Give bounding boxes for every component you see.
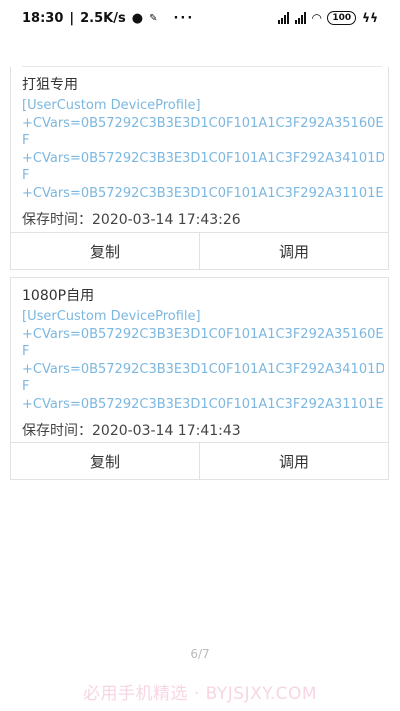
config-card: 打狙专用 [UserCustom DeviceProfile] +CVars=0…: [10, 67, 389, 270]
page-indicator: 6/7: [190, 647, 210, 661]
status-time: 18:30: [22, 10, 64, 26]
config-line: +CVars=0B57292C3B3E3D1C0F101A1C3F292A351…: [22, 115, 384, 131]
status-right: ◠ 100 ϟϟ: [278, 11, 378, 25]
config-line: F: [22, 133, 30, 148]
config-text: [UserCustom DeviceProfile] +CVars=0B5729…: [22, 97, 384, 202]
config-line: F: [22, 379, 30, 394]
notification-icon: ●: [131, 10, 144, 26]
copy-button[interactable]: 复制: [11, 233, 199, 269]
save-time: 保存时间：2020-03-14 17:41:43: [22, 423, 241, 439]
network-speed: 2.5K/s: [80, 10, 126, 26]
config-line: [UserCustom DeviceProfile]: [22, 98, 201, 113]
signal-icon-2: [295, 12, 307, 24]
config-line: +CVars=0B57292C3B3E3D1C0F101A1C3F292A341…: [22, 361, 384, 377]
status-separator: |: [69, 10, 75, 26]
config-line: +CVars=0B57292C3B3E3D1C0F101A1C3F292A311…: [22, 185, 384, 201]
battery-icon: 100: [327, 11, 357, 25]
config-line: +CVars=0B57292C3B3E3D1C0F101A1C3F292A311…: [22, 396, 384, 412]
config-text: [UserCustom DeviceProfile] +CVars=0B5729…: [22, 308, 384, 413]
config-card: 1080P自用 [UserCustom DeviceProfile] +CVar…: [10, 277, 389, 480]
app-notification-icon: ✎: [149, 12, 158, 24]
status-bar: 18:30 | 2.5K/s ● ✎ ··· ◠ 100 ϟϟ: [0, 0, 400, 36]
config-line: +CVars=0B57292C3B3E3D1C0F101A1C3F292A351…: [22, 326, 384, 342]
config-title: 1080P自用: [22, 288, 95, 304]
apply-button[interactable]: 调用: [199, 443, 388, 479]
config-line: F: [22, 344, 30, 359]
copy-button[interactable]: 复制: [11, 443, 199, 479]
config-line: F: [22, 168, 30, 183]
config-line: [UserCustom DeviceProfile]: [22, 309, 201, 324]
charging-icon: ϟϟ: [362, 11, 378, 25]
card-actions: 复制 调用: [11, 442, 388, 479]
card-actions: 复制 调用: [11, 232, 388, 269]
watermark: 必用手机精选 · BYJSJXY.COM: [82, 684, 318, 704]
config-title: 打狙专用: [22, 77, 78, 93]
more-notifications-icon: ···: [173, 10, 195, 26]
config-line: +CVars=0B57292C3B3E3D1C0F101A1C3F292A341…: [22, 150, 384, 166]
wifi-icon: ◠: [312, 11, 322, 25]
save-time: 保存时间：2020-03-14 17:43:26: [22, 212, 241, 228]
status-left: 18:30 | 2.5K/s ● ✎ ···: [22, 11, 194, 26]
signal-icon-1: [278, 12, 290, 24]
apply-button[interactable]: 调用: [199, 233, 388, 269]
